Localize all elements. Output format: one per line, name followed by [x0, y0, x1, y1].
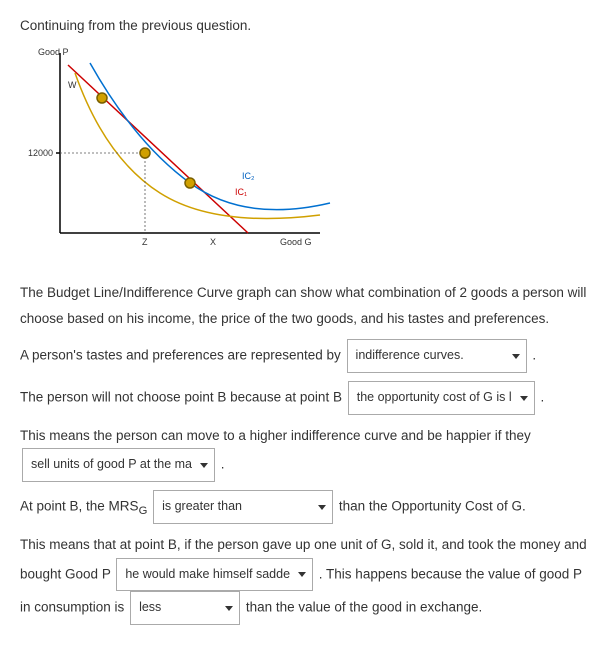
select-less-more[interactable]: less [130, 591, 240, 625]
p5b: than the Opportunity Cost of G. [339, 499, 526, 514]
explain-p1: The Budget Line/Indifference Curve graph… [20, 280, 591, 331]
axis-y-label: Good P [38, 47, 69, 57]
xtick-x: X [210, 237, 216, 247]
point-c [185, 178, 195, 188]
select-outcome[interactable]: he would make himself sadde [116, 558, 313, 592]
p5sub: G [139, 505, 148, 517]
p4: This means the person can move to a high… [20, 428, 531, 443]
select-action[interactable]: sell units of good P at the ma [22, 448, 215, 482]
intro-text: Continuing from the previous question. [20, 18, 591, 33]
sentence-final: This means that at point B, if the perso… [20, 532, 591, 625]
p6c: than the value of the good in exchange. [246, 600, 482, 615]
sentence-point-b: The person will not choose point B becau… [20, 381, 591, 415]
point-b [97, 93, 107, 103]
p2a: A person's tastes and preferences are re… [20, 348, 341, 363]
select-mrs-compare[interactable]: is greater than [153, 490, 333, 524]
point-w-label: W [68, 80, 77, 90]
select-reason-b[interactable]: the opportunity cost of G is l [348, 381, 535, 415]
sentence-tastes: A person's tastes and preferences are re… [20, 339, 591, 373]
p5a: At point B, the MRS [20, 499, 139, 514]
axis-x-label: Good G [280, 237, 312, 247]
budget-ic-chart: Good P 12000 W Z X IC₁ IC₂ Good G [20, 43, 591, 266]
p3a: The person will not choose point B becau… [20, 389, 342, 404]
p4b: . [221, 457, 225, 472]
sentence-move-higher: This means the person can move to a high… [20, 423, 591, 482]
select-representation[interactable]: indifference curves. [347, 339, 527, 373]
ytick-12000: 12000 [28, 148, 53, 158]
p3b: . [540, 389, 544, 404]
ic1-label: IC₁ [235, 187, 247, 197]
ic2-label: IC₂ [242, 171, 255, 181]
sentence-mrs: At point B, the MRSG is greater than tha… [20, 490, 591, 524]
p2b: . [532, 348, 536, 363]
point-a [140, 148, 150, 158]
xtick-z: Z [142, 237, 148, 247]
